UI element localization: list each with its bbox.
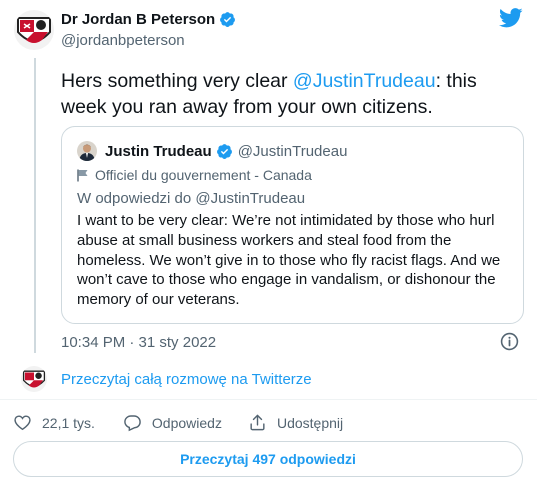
author-name[interactable]: Dr Jordan B Peterson bbox=[61, 11, 215, 28]
tweet-text: Hers something very clear @JustinTrudeau… bbox=[61, 68, 521, 120]
read-replies-button[interactable]: Przeczytaj 497 odpowiedzi bbox=[13, 441, 523, 477]
reply-to-text: W odpowiedzi do @JustinTrudeau bbox=[77, 190, 306, 207]
quoted-handle: @JustinTrudeau bbox=[237, 142, 348, 160]
quoted-header: Justin Trudeau @JustinTrudeau bbox=[77, 141, 347, 161]
mention-link[interactable]: @JustinTrudeau bbox=[293, 70, 436, 92]
thread-line bbox=[34, 58, 36, 353]
reply-icon bbox=[124, 415, 141, 432]
government-label: Officiel du gouvernement - Canada bbox=[77, 167, 312, 183]
author-avatar-small[interactable] bbox=[21, 366, 47, 392]
quoted-text: I want to be very clear: We’re not intim… bbox=[77, 212, 501, 309]
like-button[interactable]: 22,1 tys. bbox=[13, 413, 95, 432]
timestamp[interactable]: 10:34 PM · 31 sty 2022 bbox=[61, 334, 216, 351]
tweet-text-prefix: Hers something very clear bbox=[61, 70, 293, 92]
action-bar: 22,1 tys. Odpowiedz Udostępnij bbox=[13, 413, 343, 432]
quoted-tweet[interactable]: Justin Trudeau @JustinTrudeau Officiel d… bbox=[61, 126, 524, 324]
like-count: 22,1 tys. bbox=[42, 414, 95, 431]
read-conversation-link[interactable]: Przeczytaj całą rozmowę na Twitterze bbox=[61, 371, 312, 388]
quoted-avatar bbox=[77, 141, 97, 161]
share-label: Udostępnij bbox=[276, 414, 344, 431]
divider bbox=[0, 399, 537, 400]
share-icon bbox=[250, 414, 265, 431]
heart-icon bbox=[14, 415, 31, 431]
verified-badge-icon bbox=[220, 12, 236, 27]
reply-button[interactable]: Odpowiedz bbox=[123, 413, 222, 432]
twitter-bird-icon[interactable] bbox=[499, 8, 523, 28]
reply-label: Odpowiedz bbox=[151, 414, 222, 431]
info-icon[interactable] bbox=[500, 332, 519, 351]
government-label-text: Officiel du gouvernement - Canada bbox=[95, 167, 312, 183]
author-name-row[interactable]: Dr Jordan B Peterson bbox=[61, 11, 236, 28]
quoted-name: Justin Trudeau bbox=[105, 142, 212, 160]
flag-icon bbox=[77, 169, 88, 181]
author-handle[interactable]: @jordanbpeterson bbox=[61, 32, 185, 49]
read-replies-label: Przeczytaj 497 odpowiedzi bbox=[180, 451, 356, 467]
author-avatar[interactable] bbox=[14, 10, 54, 50]
share-button[interactable]: Udostępnij bbox=[248, 413, 343, 432]
verified-badge-icon bbox=[216, 143, 232, 159]
